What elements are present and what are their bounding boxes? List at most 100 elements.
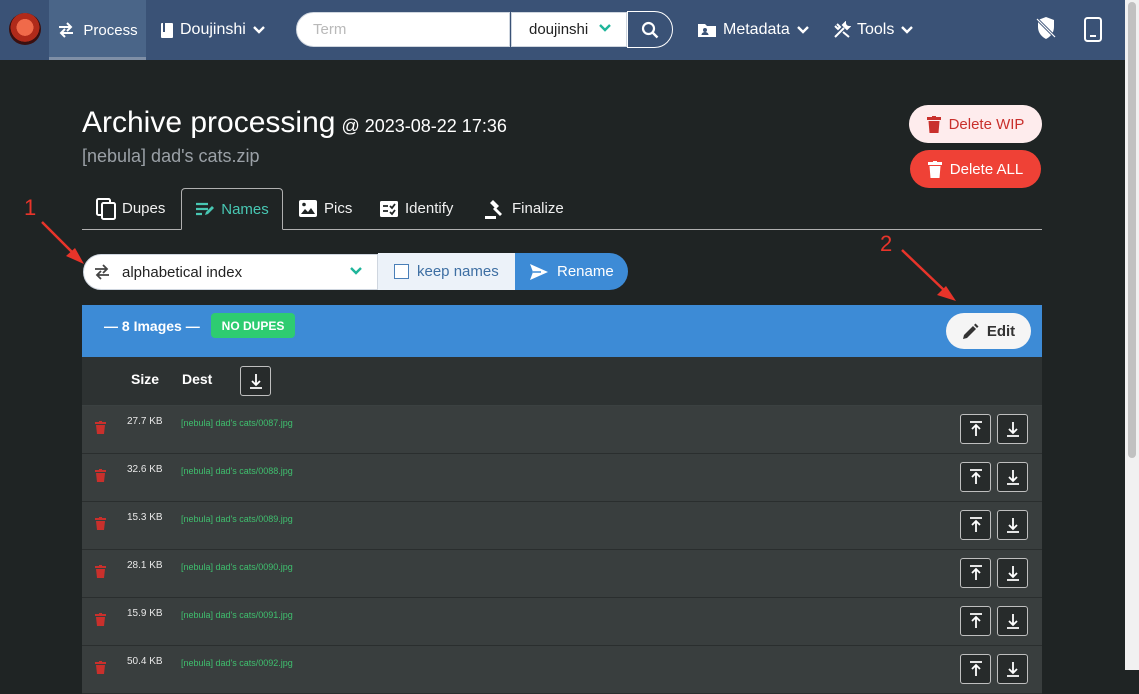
pencil-icon (962, 323, 979, 339)
arrow-down-to-line-icon (1006, 470, 1019, 485)
keep-names-checkbox[interactable] (394, 264, 409, 279)
arrow-up-to-line-icon (969, 613, 982, 628)
row-size: 32.6 KB (127, 464, 163, 475)
move-bottom-button[interactable] (997, 462, 1028, 492)
annotation-number-2: 2 (880, 231, 893, 256)
move-all-down-button[interactable] (240, 366, 271, 396)
rename-button[interactable]: Rename (515, 253, 628, 290)
delete-wip-button[interactable]: Delete WIP (909, 105, 1042, 143)
trash-icon[interactable] (95, 613, 106, 626)
move-top-button[interactable] (960, 654, 991, 684)
column-size: Size (131, 371, 160, 387)
table-row: 15.9 KB [nebula] dad's cats/0091.jpg (82, 598, 1042, 646)
scrollbar-thumb[interactable] (1128, 2, 1136, 458)
chevron-down-icon (350, 267, 362, 275)
table-row: 27.7 KB [nebula] dad's cats/0087.jpg (82, 406, 1042, 454)
arrow-down-to-line-icon (1006, 566, 1019, 581)
book-icon (161, 22, 173, 38)
edit-label: Edit (986, 322, 1016, 340)
tab-identify[interactable]: Identify (379, 188, 453, 229)
table-row: 15.3 KB [nebula] dad's cats/0089.jpg (82, 502, 1042, 550)
swap-icon (95, 264, 109, 280)
app-logo[interactable] (9, 13, 41, 45)
keep-names-toggle[interactable]: keep names (378, 253, 515, 290)
arrow-down-to-line-icon (249, 374, 262, 389)
arrow-down-to-line-icon (1006, 662, 1019, 677)
move-bottom-button[interactable] (997, 606, 1028, 636)
nav-metadata-label: Metadata (723, 21, 790, 38)
row-size: 50.4 KB (127, 656, 163, 667)
search-input[interactable] (296, 12, 510, 47)
edit-button[interactable]: Edit (946, 313, 1031, 349)
status-badge: NO DUPES (211, 313, 295, 338)
nav-process-label: Process (83, 21, 138, 39)
move-top-button[interactable] (960, 510, 991, 540)
search-button[interactable] (627, 11, 673, 48)
keep-names-label: keep names (417, 263, 499, 280)
nav-process[interactable]: Process (49, 0, 146, 60)
row-dest: [nebula] dad's cats/0092.jpg (181, 658, 293, 668)
processing-tabs: Dupes Names Pics Identify Finalize (82, 188, 1042, 230)
page-title: Archive processing @ 2023-08-22 17:36 (82, 106, 507, 140)
move-bottom-button[interactable] (997, 510, 1028, 540)
tab-pics[interactable]: Pics (298, 188, 352, 229)
page-scrollbar[interactable] (1125, 0, 1139, 670)
search-scope-value: doujinshi (529, 21, 589, 38)
tab-finalize[interactable]: Finalize (484, 188, 564, 229)
folder-user-icon (698, 24, 716, 37)
move-bottom-button[interactable] (997, 414, 1028, 444)
chevron-down-icon (901, 26, 914, 34)
chevron-down-icon (252, 26, 265, 34)
nav-tools-dropdown[interactable]: Tools (833, 0, 914, 60)
trash-icon[interactable] (95, 661, 106, 674)
tab-dupes[interactable]: Dupes (96, 188, 165, 229)
table-row: 50.4 KB [nebula] dad's cats/0092.jpg (82, 646, 1042, 694)
delete-wip-label: Delete WIP (948, 115, 1025, 133)
arrow-up-to-line-icon (969, 469, 982, 484)
trash-icon[interactable] (95, 565, 106, 578)
arrow-down-to-line-icon (1006, 422, 1019, 437)
tablet-icon[interactable] (1084, 17, 1102, 42)
move-top-button[interactable] (960, 414, 991, 444)
copy-icon (96, 197, 116, 220)
trash-icon[interactable] (95, 517, 106, 530)
trash-icon[interactable] (95, 421, 106, 434)
nav-category-dropdown[interactable]: Doujinshi (160, 0, 266, 60)
table-column-header: Size Dest (82, 357, 1042, 406)
arrow-up-to-line-icon (969, 565, 982, 580)
table-row: 28.1 KB [nebula] dad's cats/0090.jpg (82, 550, 1042, 598)
row-size: 27.7 KB (127, 416, 163, 427)
processing-date: @ 2023-08-22 17:36 (341, 116, 507, 136)
row-dest: [nebula] dad's cats/0090.jpg (181, 562, 293, 572)
row-size: 15.9 KB (127, 608, 163, 619)
chevron-down-icon (599, 24, 611, 32)
shield-off-icon[interactable] (1036, 16, 1056, 40)
search-scope-select[interactable]: doujinshi (511, 12, 627, 47)
trash-icon[interactable] (95, 469, 106, 482)
tab-names[interactable]: Names (181, 188, 283, 230)
delete-all-label: Delete ALL (949, 160, 1024, 178)
move-bottom-button[interactable] (997, 558, 1028, 588)
column-dest: Dest (182, 371, 213, 387)
move-top-button[interactable] (960, 558, 991, 588)
top-navbar: Process Doujinshi doujinshi Metadata (0, 0, 1125, 60)
row-size: 15.3 KB (127, 512, 163, 523)
gavel-icon (485, 199, 502, 219)
archive-filename: [nebula] dad's cats.zip (82, 146, 260, 166)
arrow-down-to-line-icon (1006, 614, 1019, 629)
move-top-button[interactable] (960, 462, 991, 492)
row-dest: [nebula] dad's cats/0087.jpg (181, 418, 293, 428)
nav-metadata-dropdown[interactable]: Metadata (697, 0, 810, 60)
move-bottom-button[interactable] (997, 654, 1028, 684)
rename-icon (196, 202, 215, 216)
row-dest: [nebula] dad's cats/0088.jpg (181, 466, 293, 476)
nav-tools-label: Tools (857, 21, 895, 38)
arrow-up-to-line-icon (969, 517, 982, 532)
move-top-button[interactable] (960, 606, 991, 636)
tab-pics-label: Pics (324, 200, 353, 217)
annotation-arrow-2 (901, 249, 956, 301)
delete-all-button[interactable]: Delete ALL (910, 150, 1041, 188)
annotation-number-1: 1 (24, 195, 37, 220)
rename-mode-select[interactable]: alphabetical index (83, 254, 378, 290)
table-row: 32.6 KB [nebula] dad's cats/0088.jpg (82, 454, 1042, 502)
